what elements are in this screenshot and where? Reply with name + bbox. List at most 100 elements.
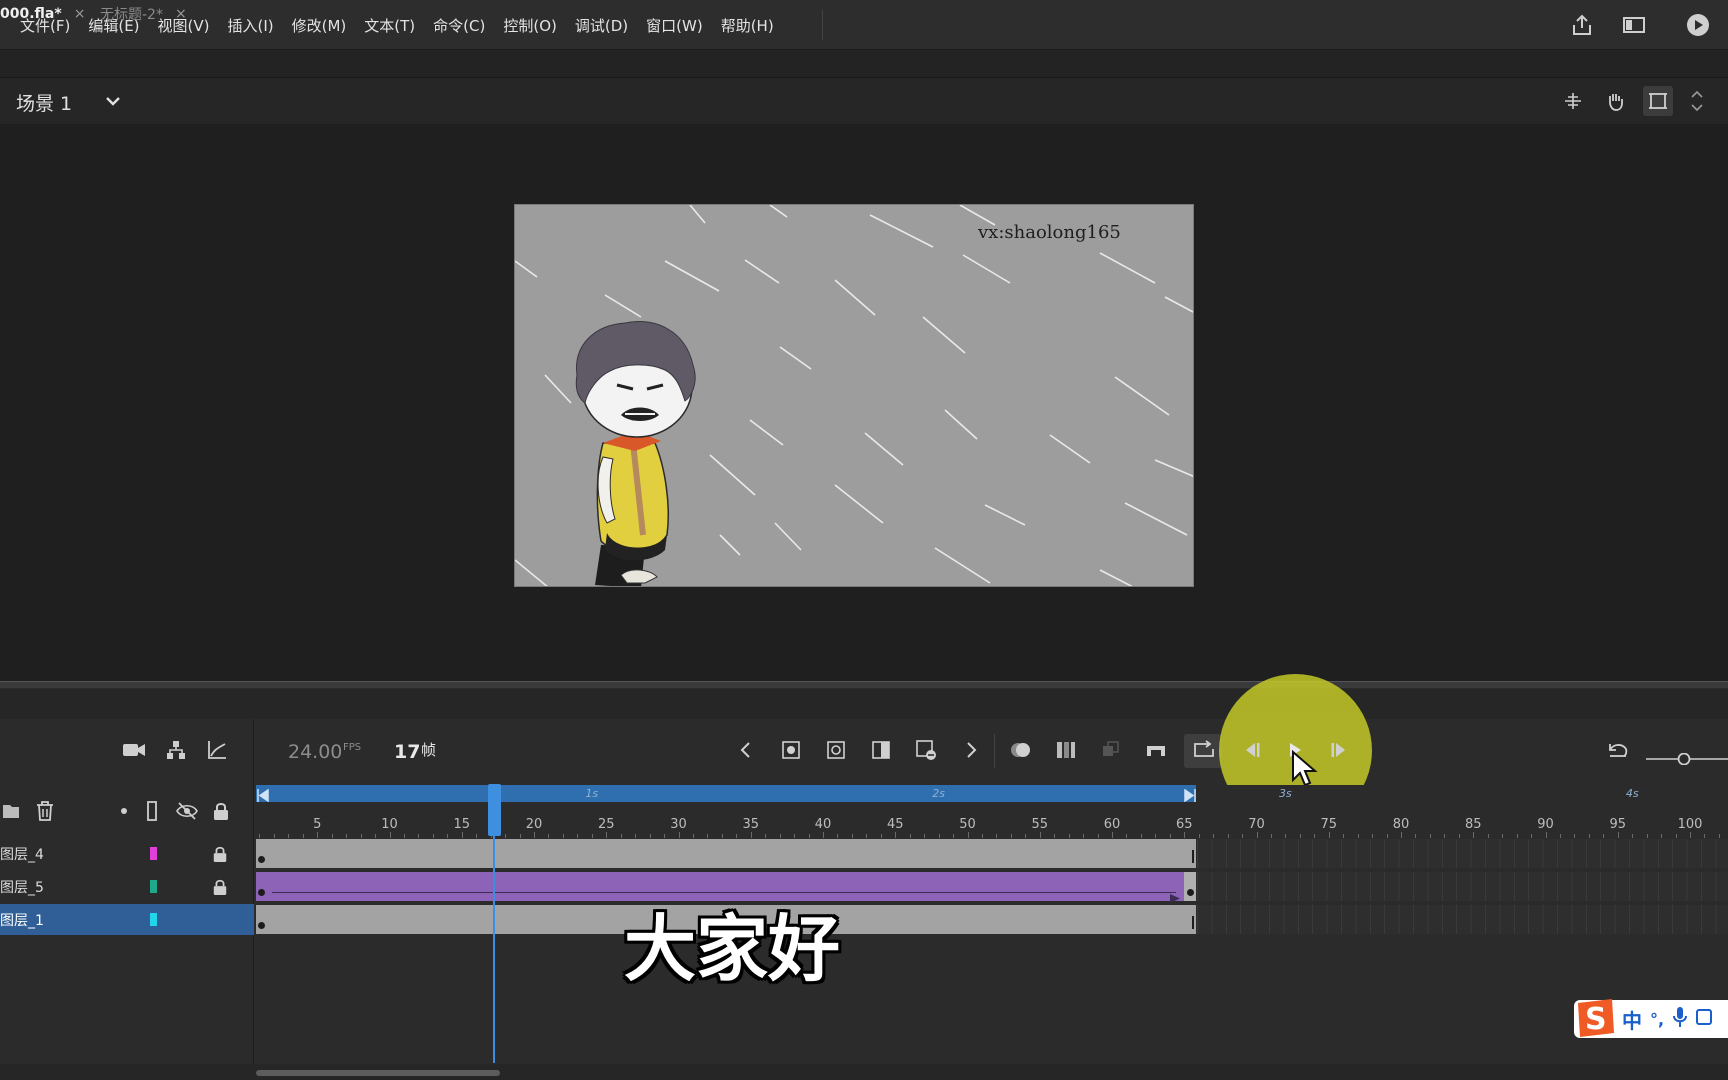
eye-hidden-icon[interactable] xyxy=(174,798,200,824)
chevron-down-icon[interactable] xyxy=(104,92,122,110)
remove-frame-icon[interactable] xyxy=(912,736,940,764)
toolbar-separator xyxy=(994,734,995,768)
sogou-logo-icon[interactable]: S xyxy=(1572,995,1618,1041)
highlight-layer-icon[interactable] xyxy=(111,798,137,824)
doc-tab-active[interactable]: 000.fla* × xyxy=(0,0,85,28)
layer-parenting-icon[interactable] xyxy=(162,736,190,764)
layer-row-4[interactable]: 图层_4 xyxy=(0,838,254,869)
ruler-frame-label: 35 xyxy=(742,817,760,832)
chevron-right-icon[interactable] xyxy=(957,736,985,764)
menu-window[interactable]: 窗口(W) xyxy=(646,15,713,36)
scene-label[interactable]: 场景 1 xyxy=(16,89,72,116)
ruler-tick xyxy=(1516,834,1518,838)
track-layer-4[interactable] xyxy=(256,839,1196,868)
ime-punct[interactable]: °, xyxy=(1650,1010,1664,1029)
workspace-icon[interactable] xyxy=(1620,12,1648,38)
video-subtitle: 大家好 xyxy=(0,890,1728,995)
insert-blank-keyframe-icon[interactable] xyxy=(822,736,850,764)
ruler-frame-label: 60 xyxy=(1103,817,1121,832)
camera-icon[interactable] xyxy=(120,736,148,764)
horizontal-scrollbar[interactable] xyxy=(256,1070,500,1076)
ruler-tick xyxy=(1083,834,1085,838)
keyboard-icon[interactable] xyxy=(1696,1007,1713,1031)
close-icon[interactable]: × xyxy=(74,6,86,22)
folder-icon[interactable] xyxy=(0,798,26,824)
insert-frame-icon[interactable] xyxy=(867,736,895,764)
menu-modify[interactable]: 修改(M) xyxy=(292,15,357,36)
trash-icon[interactable] xyxy=(32,798,58,824)
layer-color-swatch[interactable] xyxy=(150,847,157,860)
doc-tab-inactive[interactable]: 无标题-2* × xyxy=(100,0,187,28)
range-end-marker-icon[interactable] xyxy=(1183,787,1197,806)
graph-icon[interactable] xyxy=(203,736,231,764)
panel-divider[interactable] xyxy=(0,681,1728,689)
ime-mode[interactable]: 中 xyxy=(1622,1005,1642,1034)
menu-help[interactable]: 帮助(H) xyxy=(721,15,784,36)
ruler-tick xyxy=(678,832,680,838)
outline-layer-icon[interactable] xyxy=(139,798,165,824)
microphone-icon[interactable] xyxy=(1672,1006,1688,1032)
clip-stage-icon[interactable] xyxy=(1643,86,1673,116)
menu-control[interactable]: 控制(O) xyxy=(503,15,567,36)
chevron-left-icon[interactable] xyxy=(732,736,760,764)
step-forward-icon[interactable] xyxy=(1326,736,1354,764)
lock-icon[interactable] xyxy=(212,845,230,863)
ruler-frame-label: 5 xyxy=(313,817,322,832)
hand-tool-icon[interactable] xyxy=(1600,86,1630,116)
ruler-tick xyxy=(1458,834,1460,838)
ruler-tick xyxy=(562,834,564,838)
current-frame-value[interactable]: 17 xyxy=(394,741,420,763)
ruler-tick xyxy=(1386,834,1388,838)
ruler-frame-label: 65 xyxy=(1175,817,1193,832)
ruler-tick xyxy=(360,834,362,838)
layer-name[interactable]: 图层_4 xyxy=(0,844,44,864)
ruler-tick xyxy=(880,834,882,838)
ruler-tick xyxy=(1198,834,1200,838)
range-start-marker-icon[interactable] xyxy=(256,787,270,806)
ruler-tick xyxy=(375,834,377,838)
ruler-tick xyxy=(664,834,666,838)
fps-value[interactable]: 24.00 xyxy=(288,741,342,763)
undo-icon[interactable] xyxy=(1604,736,1632,764)
onion-skin-icon[interactable] xyxy=(1007,736,1035,764)
snap-icon[interactable] xyxy=(1558,86,1588,116)
edit-multiple-frames-icon[interactable] xyxy=(1052,736,1080,764)
stage-canvas[interactable] xyxy=(514,204,1194,587)
timeline-zoom-slider[interactable] xyxy=(1646,750,1728,766)
frame-span-icon[interactable] xyxy=(1142,736,1170,764)
insert-keyframe-icon[interactable] xyxy=(777,736,805,764)
track-empty-frames[interactable] xyxy=(1197,839,1728,868)
ruler-tick xyxy=(1415,834,1417,838)
menu-commands[interactable]: 命令(C) xyxy=(433,15,495,36)
ruler-tick xyxy=(1661,834,1663,838)
menu-text[interactable]: 文本(T) xyxy=(364,15,425,36)
zoom-stepper-icon[interactable] xyxy=(1680,86,1714,116)
share-icon[interactable] xyxy=(1568,12,1596,38)
ruler-tick xyxy=(1531,834,1533,838)
character-figure xyxy=(575,321,696,586)
keyframe-dot[interactable] xyxy=(258,856,265,863)
ruler-tick xyxy=(1502,834,1504,838)
lock-icon[interactable] xyxy=(208,798,234,824)
ruler-tick xyxy=(1112,832,1113,838)
step-back-icon[interactable] xyxy=(1237,736,1265,764)
ruler-tick xyxy=(1429,834,1431,838)
close-icon[interactable]: × xyxy=(175,6,187,22)
ruler-tick xyxy=(432,834,434,838)
menu-debug[interactable]: 调试(D) xyxy=(575,15,638,36)
loop-icon[interactable] xyxy=(1190,736,1218,764)
ruler-frame-label: 55 xyxy=(1031,817,1049,832)
doc-tab-label: 无标题-2* xyxy=(100,7,163,23)
playhead-handle[interactable] xyxy=(488,784,501,836)
ruler-tick xyxy=(909,834,911,838)
playback-range-bar[interactable] xyxy=(256,785,1196,802)
ruler-second-label: 2s xyxy=(932,787,945,800)
menu-insert[interactable]: 插入(I) xyxy=(228,15,284,36)
ruler-tick xyxy=(389,832,391,838)
ruler-tick xyxy=(692,834,694,838)
ruler-tick xyxy=(721,834,723,838)
ruler-tick xyxy=(1039,832,1041,838)
ruler-tick xyxy=(794,834,796,838)
play-preview-icon[interactable] xyxy=(1684,12,1712,38)
ruler-tick xyxy=(447,834,449,838)
